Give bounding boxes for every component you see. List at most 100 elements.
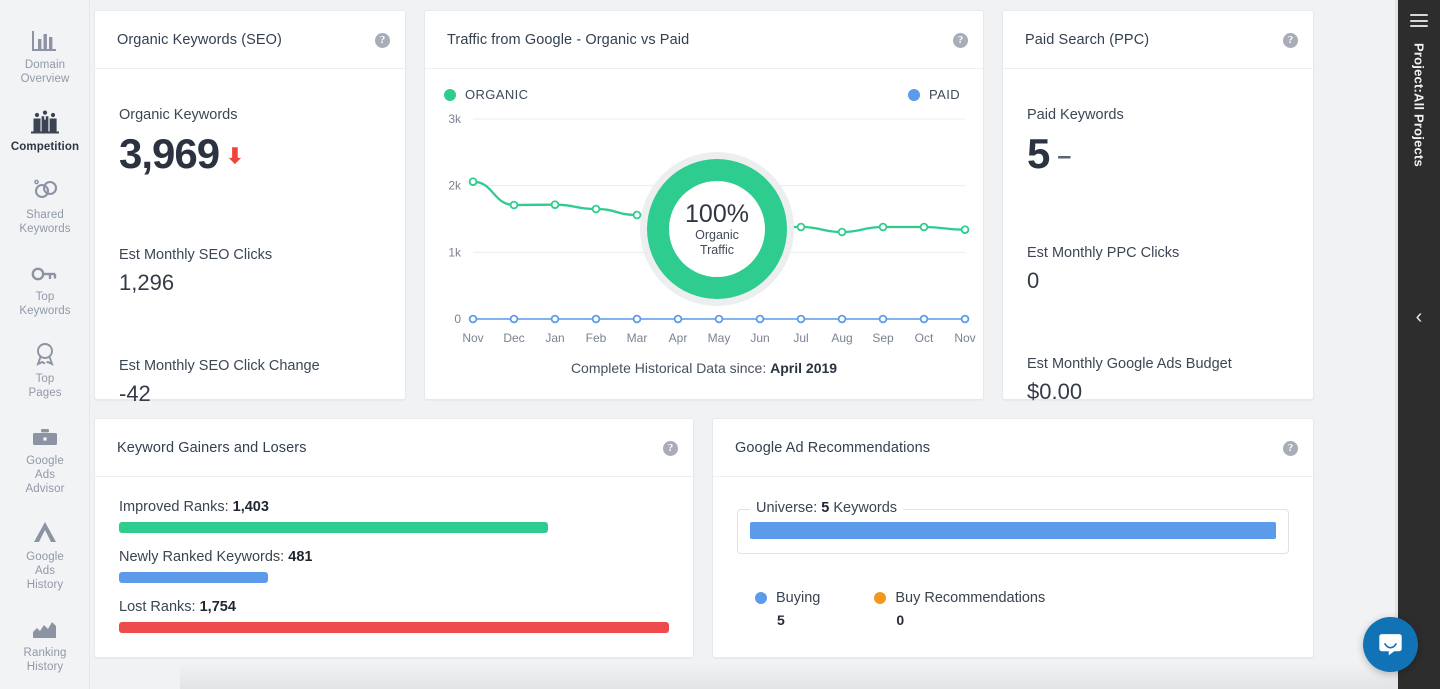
sidebar-item-domain-overview[interactable]: Domain Overview	[0, 14, 89, 96]
sidebar-item-label: Google Ads Advisor	[25, 455, 65, 495]
sidebar-item-label: Google Ads History	[26, 551, 64, 591]
svg-text:0: 0	[454, 312, 461, 326]
card-body: Improved Ranks: 1,403 Newly Ranked Keywo…	[95, 477, 693, 657]
card-header: Keyword Gainers and Losers ?	[95, 419, 693, 477]
sidebar-item-shared-keywords[interactable]: Shared Keywords	[0, 164, 89, 246]
svg-text:3k: 3k	[448, 112, 462, 126]
donut-caption: Organic Traffic	[695, 228, 739, 258]
bar-row-lost: Lost Ranks: 1,754	[119, 599, 669, 633]
trend-down-icon: ⬇	[226, 145, 244, 168]
bar-label-text: Lost Ranks:	[119, 599, 196, 615]
award-ribbon-icon	[30, 336, 60, 366]
universe-bar	[750, 522, 1276, 539]
card-body: ORGANIC PAID 0 1k 2k 3k Nov Dec Jan Feb Mar Apr Ma…	[425, 69, 983, 399]
hamburger-menu-icon[interactable]	[1410, 14, 1428, 27]
metric-value: 3,969	[119, 130, 220, 177]
bar-row-improved: Improved Ranks: 1,403	[119, 499, 669, 533]
recs-legend-buying: Buying 5	[755, 590, 820, 628]
left-sidebar: Domain Overview Competition Shared Keywo…	[0, 0, 90, 689]
metric-label: Organic Keywords	[119, 107, 238, 123]
sidebar-item-label: Competition	[10, 141, 80, 153]
sidebar-item-top-keywords[interactable]: Top Keywords	[0, 246, 89, 328]
metric-value: 5	[1027, 130, 1050, 177]
legend-label: PAID	[929, 87, 960, 102]
sidebar-item-google-ads-history[interactable]: Google Ads History	[0, 506, 89, 602]
metric-seo-clicks: Est Monthly SEO Clicks 1,296	[119, 197, 381, 297]
legend-dot-buying	[755, 592, 767, 604]
bottom-scroll-fade	[180, 663, 1398, 689]
bar-fill	[119, 622, 669, 633]
rail-divider	[1395, 0, 1398, 689]
recs-legend-top: Buying	[755, 590, 820, 606]
svg-text:2k: 2k	[448, 179, 462, 193]
card-header: Traffic from Google - Organic vs Paid ?	[425, 11, 983, 69]
legend-label: ORGANIC	[465, 87, 529, 102]
card-title: Paid Search (PPC)	[1025, 31, 1150, 48]
metric-ads-budget: Est Monthly Google Ads Budget $0.00	[1027, 305, 1289, 406]
sidebar-item-ranking-history[interactable]: Ranking History	[0, 602, 89, 684]
sidebar-item-google-ads-advisor[interactable]: Google Ads Advisor	[0, 410, 89, 506]
svg-text:May: May	[708, 331, 731, 345]
main-content: Organic Keywords (SEO) ? Organic Keyword…	[90, 0, 1440, 689]
cards-row-top: Organic Keywords (SEO) ? Organic Keyword…	[90, 10, 1440, 406]
sidebar-item-competition[interactable]: Competition	[0, 96, 89, 164]
card-body: Organic Keywords 3,969 ⬇ Est Monthly SEO…	[95, 69, 405, 440]
bar-value: 481	[288, 549, 313, 565]
metric-value: $0.00	[1027, 379, 1083, 404]
svg-text:Feb: Feb	[586, 331, 607, 345]
briefcase-icon	[30, 418, 60, 448]
svg-text:Oct: Oct	[915, 331, 934, 345]
mountain-icon	[30, 514, 60, 544]
recs-legend: Buying 5 Buy Recommendations 0	[737, 590, 1289, 628]
card-body: Paid Keywords 5 – Est Monthly PPC Clicks…	[1003, 69, 1313, 438]
sidebar-item-label: Ranking History	[23, 647, 67, 673]
metric-organic-keywords: Organic Keywords 3,969 ⬇	[119, 91, 381, 187]
card-title: Organic Keywords (SEO)	[117, 31, 282, 48]
bar-label-text: Improved Ranks:	[119, 499, 229, 515]
chevron-left-icon[interactable]: ‹	[1416, 307, 1423, 327]
trend-flat-icon: –	[1057, 142, 1071, 170]
universe-legend: Universe: 5 Keywords	[750, 500, 904, 516]
metric-label: Est Monthly SEO Clicks	[119, 247, 273, 263]
linked-rings-icon	[30, 172, 60, 202]
bar-fill	[119, 522, 548, 533]
svg-text:Aug: Aug	[831, 331, 852, 345]
sidebar-item-top-pages[interactable]: Top Pages	[0, 328, 89, 410]
universe-prefix: Universe:	[756, 500, 818, 516]
chart-legend: ORGANIC PAID	[425, 87, 983, 107]
sidebar-item-partial[interactable]	[0, 684, 89, 689]
recs-legend-value: 0	[896, 612, 905, 628]
legend-dot-buy-recommendations	[874, 592, 887, 604]
svg-text:Nov: Nov	[462, 331, 483, 345]
help-icon[interactable]: ?	[953, 33, 968, 48]
help-icon[interactable]: ?	[375, 33, 390, 48]
legend-paid[interactable]: PAID	[908, 87, 960, 102]
svg-text:Apr: Apr	[669, 331, 688, 345]
historical-note-prefix: Complete Historical Data since:	[570, 360, 767, 376]
recs-legend-value: 5	[777, 612, 785, 628]
universe-value: 5	[821, 500, 830, 516]
help-icon[interactable]: ?	[663, 441, 678, 456]
project-selector-label[interactable]: Project:All Projects	[1412, 43, 1427, 167]
metric-label: Est Monthly SEO Click Change	[119, 358, 320, 374]
legend-organic[interactable]: ORGANIC	[444, 87, 528, 102]
donut-percent: 100%	[685, 200, 749, 228]
keyword-gainers-losers-card: Keyword Gainers and Losers ? Improved Ra…	[94, 418, 694, 658]
svg-text:Dec: Dec	[503, 331, 524, 345]
area-chart-icon	[30, 610, 60, 640]
metric-value-wrap: 3,969 ⬇	[119, 129, 381, 187]
svg-text:1k: 1k	[448, 245, 462, 259]
donut-caption-line2: Traffic	[699, 243, 735, 257]
chat-bubble-icon	[1379, 634, 1402, 656]
recs-legend-label: Buying	[776, 590, 821, 606]
sidebar-item-label: Domain Overview	[20, 59, 70, 85]
metric-paid-keywords: Paid Keywords 5 –	[1027, 91, 1289, 185]
universe-suffix: Keywords	[833, 500, 898, 516]
help-icon[interactable]: ?	[1283, 33, 1298, 48]
metric-ppc-clicks: Est Monthly PPC Clicks 0	[1027, 195, 1289, 295]
bar-label: Newly Ranked Keywords: 481	[119, 549, 669, 565]
people-podium-icon	[30, 104, 60, 134]
chat-launcher-button[interactable]	[1363, 617, 1418, 672]
metric-value-wrap: 5 –	[1027, 129, 1289, 185]
help-icon[interactable]: ?	[1283, 441, 1298, 456]
